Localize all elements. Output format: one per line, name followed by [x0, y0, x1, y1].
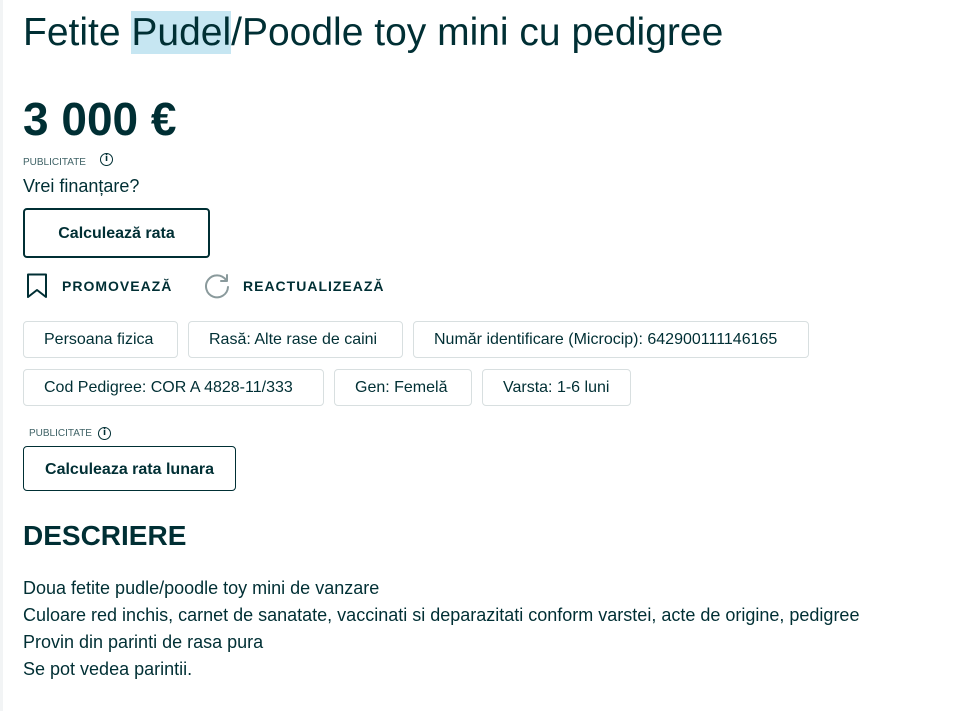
description-line: Se pot vedea parintii.	[23, 659, 193, 679]
attribute-tag-age: Varsta: 1-6 luni	[482, 369, 631, 406]
refresh-action[interactable]: REACTUALIZEAZĂ	[204, 272, 385, 300]
ad-label: PUBLICITATE	[23, 157, 86, 168]
description-line: Culoare red inchis, carnet de sanatate, …	[23, 605, 860, 625]
title-text-after: /Poodle toy mini cu pedigree	[231, 11, 724, 54]
promote-action[interactable]: PROMOVEAZĂ	[26, 272, 172, 300]
title-highlighted-text[interactable]: Pudel	[131, 11, 232, 54]
page-left-edge	[0, 0, 3, 711]
description-line: Doua fetite pudle/poodle toy mini de van…	[23, 578, 380, 598]
description-heading: DESCRIERE	[23, 520, 187, 551]
calculate-rate-button[interactable]: Calculează rata	[23, 208, 210, 258]
bookmark-icon	[26, 273, 48, 299]
attribute-tag-pedigree-code: Cod Pedigree: COR A 4828-11/333	[23, 369, 324, 406]
attribute-tag-breed: Rasă: Alte rase de caini	[188, 321, 403, 358]
finance-question: Vrei finanțare?	[23, 176, 140, 196]
info-icon[interactable]: i	[100, 153, 113, 166]
description-body: Doua fetite pudle/poodle toy mini de van…	[23, 575, 968, 683]
refresh-icon	[204, 273, 231, 300]
listing-title: Fetite Pudel/Poodle toy mini cu pedigree	[23, 9, 723, 57]
attribute-tag-microchip: Număr identificare (Microcip): 642900111…	[413, 321, 809, 358]
listing-price: 3 000 €	[23, 93, 177, 145]
refresh-label: REACTUALIZEAZĂ	[243, 278, 385, 294]
ad-label: PUBLICITATE	[29, 428, 92, 439]
promote-label: PROMOVEAZĂ	[62, 278, 173, 294]
attribute-tag-seller-type: Persoana fizica	[23, 321, 178, 358]
info-icon[interactable]: i	[98, 427, 111, 440]
title-text-before: Fetite	[23, 11, 132, 54]
calculate-monthly-rate-button[interactable]: Calculeaza rata lunara	[23, 446, 236, 491]
attribute-tag-gender: Gen: Femelă	[334, 369, 472, 406]
description-line: Provin din parinti de rasa pura	[23, 632, 264, 652]
